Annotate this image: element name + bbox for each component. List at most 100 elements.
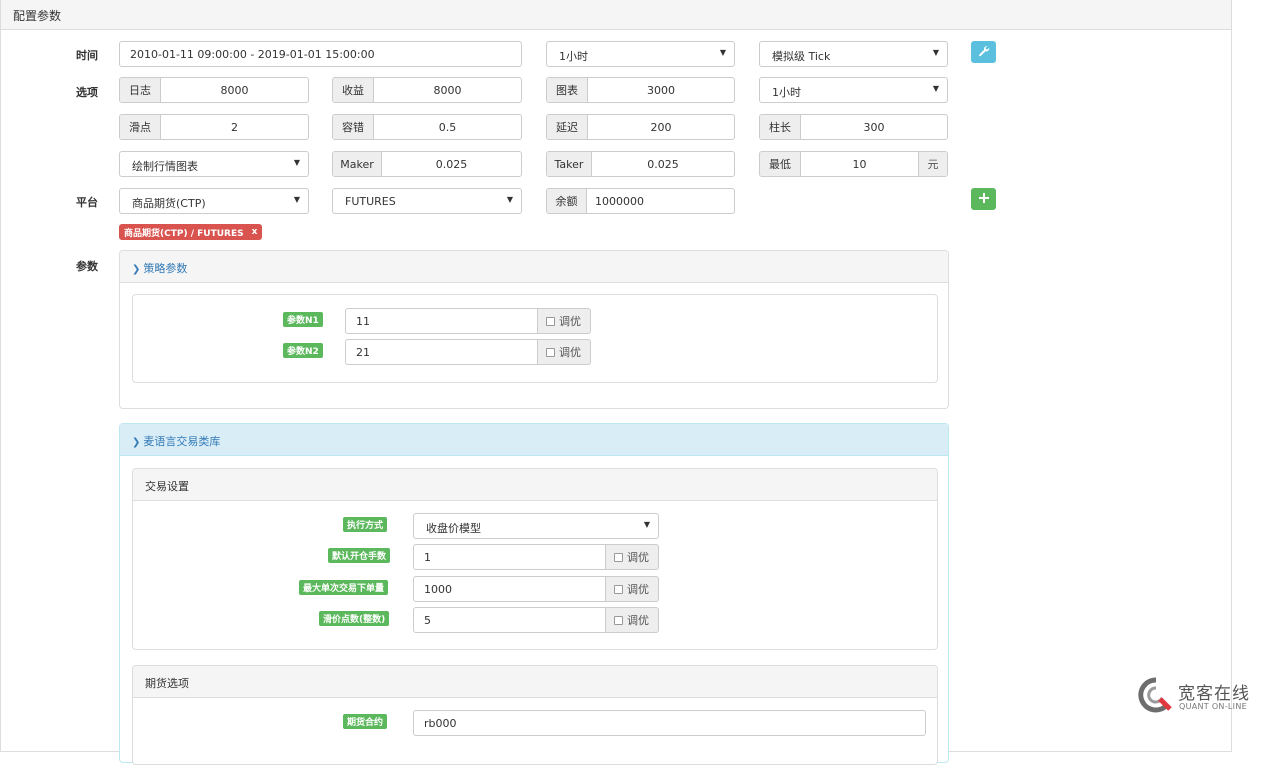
slip-points-tune[interactable]: 调优 <box>606 607 659 633</box>
taker-addon: Taker <box>547 152 592 176</box>
trade-settings-title: 交易设置 <box>145 480 189 493</box>
config-panel: 配置参数 时间 选项 平台 参数 2010-01-11 09:00:00 - 2… <box>0 0 1232 765</box>
checkbox-icon[interactable] <box>614 552 623 562</box>
delay-field[interactable]: 延迟 200 <box>546 114 735 140</box>
futures-options-header: 期货选项 <box>133 666 937 698</box>
exec-mode-select[interactable]: 收盘价模型 ▼ <box>413 513 659 539</box>
watermark-cn: 宽客在线 <box>1178 684 1250 704</box>
time-range-input[interactable]: 2010-01-11 09:00:00 - 2019-01-01 15:00:0… <box>119 41 522 67</box>
caret-down-icon: ▼ <box>719 48 726 57</box>
trade-lib-title: ❯ 麦语言交易类库 <box>132 433 220 449</box>
futures-options-title: 期货选项 <box>145 677 189 690</box>
slippage-field[interactable]: 滑点 2 <box>119 114 309 140</box>
futures-type-value: FUTURES <box>345 195 396 208</box>
bar-length-addon: 柱长 <box>760 115 801 139</box>
tolerance-field[interactable]: 容错 0.5 <box>332 114 522 140</box>
checkbox-icon[interactable] <box>546 347 555 357</box>
exchange-select[interactable]: 商品期货(CTP) ▼ <box>119 188 309 214</box>
chevron-down-icon: ❯ <box>132 437 141 448</box>
log-addon: 日志 <box>120 78 161 102</box>
default-lots-input[interactable]: 1 <box>413 544 606 570</box>
trade-lib-title-text: 麦语言交易类库 <box>143 435 221 448</box>
taker-value: 0.025 <box>647 157 679 171</box>
slippage-addon: 滑点 <box>120 115 161 139</box>
param-n1-tune-label: 调优 <box>559 315 581 328</box>
profit-addon: 收益 <box>333 78 374 102</box>
plus-icon <box>978 192 989 206</box>
param-n1-value: 11 <box>356 315 370 328</box>
futures-type-select[interactable]: FUTURES ▼ <box>332 188 522 214</box>
tick-mode-value: 模拟级 Tick <box>772 50 831 63</box>
chart-field[interactable]: 图表 3000 <box>546 77 735 103</box>
strategy-params-header[interactable]: ❯ 策略参数 <box>120 251 948 283</box>
trade-settings-panel: 交易设置 执行方式 收盘价模型 ▼ 默认开仓手数 1 调优 最大单次交易下单量 … <box>132 468 938 650</box>
params-label: 参数 <box>76 260 98 273</box>
tolerance-addon: 容错 <box>333 115 374 139</box>
param-n1-label: 参数N1 <box>283 312 323 327</box>
checkbox-icon[interactable] <box>614 615 623 625</box>
trade-settings-header: 交易设置 <box>133 469 937 501</box>
default-lots-label: 默认开仓手数 <box>328 548 391 563</box>
bar-length-field[interactable]: 柱长 300 <box>759 114 948 140</box>
caret-down-icon: ▼ <box>643 520 650 529</box>
trade-lib-header[interactable]: ❯ 麦语言交易类库 <box>120 424 948 456</box>
watermark-en: QUANT ON-LINE <box>1179 702 1247 711</box>
strategy-params-body: 参数N1 11 调优 参数N2 21 调优 <box>132 294 938 383</box>
options-period-value: 1小时 <box>772 86 801 99</box>
min-fee-field[interactable]: 最低 10 元 <box>759 151 948 177</box>
log-value: 8000 <box>220 83 249 97</box>
settings-wrench-button[interactable] <box>971 41 996 63</box>
slip-points-tune-label: 调优 <box>627 614 649 627</box>
slip-points-value: 5 <box>424 614 431 627</box>
draw-chart-select[interactable]: 绘制行情图表 ▼ <box>119 151 309 177</box>
default-lots-tune[interactable]: 调优 <box>606 544 659 570</box>
param-n2-input[interactable]: 21 <box>345 339 538 365</box>
trade-lib-panel: ❯ 麦语言交易类库 交易设置 执行方式 收盘价模型 ▼ 默认开仓手数 1 调优 最… <box>119 423 949 765</box>
taker-field[interactable]: Taker 0.025 <box>546 151 735 177</box>
exec-mode-value: 收盘价模型 <box>426 522 481 535</box>
profit-field[interactable]: 收益 8000 <box>332 77 522 103</box>
futures-options-panel: 期货选项 期货合约 rb000 <box>132 665 938 765</box>
period-select[interactable]: 1小时 ▼ <box>546 41 735 67</box>
platform-tag-remove[interactable]: x <box>252 227 258 237</box>
min-fee-value: 10 <box>852 157 867 171</box>
tick-mode-select[interactable]: 模拟级 Tick ▼ <box>759 41 948 67</box>
param-n2-label: 参数N2 <box>283 343 323 358</box>
time-label: 时间 <box>76 49 98 62</box>
default-lots-tune-label: 调优 <box>627 551 649 564</box>
contract-input[interactable]: rb000 <box>413 710 926 736</box>
slip-points-input[interactable]: 5 <box>413 607 606 633</box>
delay-value: 200 <box>650 120 672 134</box>
chart-value: 3000 <box>647 83 675 97</box>
platform-label: 平台 <box>76 196 98 209</box>
checkbox-icon[interactable] <box>546 316 555 326</box>
param-n1-input[interactable]: 11 <box>345 308 538 334</box>
max-order-input[interactable]: 1000 <box>413 576 606 602</box>
balance-field[interactable]: 余额 1000000 <box>546 188 735 214</box>
caret-down-icon: ▼ <box>932 84 939 93</box>
add-platform-button[interactable] <box>971 188 996 210</box>
max-order-label: 最大单次交易下单量 <box>299 580 389 595</box>
default-lots-value: 1 <box>424 551 431 564</box>
balance-value: 1000000 <box>595 194 644 208</box>
checkbox-icon[interactable] <box>614 584 623 594</box>
log-field[interactable]: 日志 8000 <box>119 77 309 103</box>
max-order-tune[interactable]: 调优 <box>606 576 659 602</box>
strategy-params-panel: ❯ 策略参数 参数N1 11 调优 参数N2 21 调优 <box>119 250 949 409</box>
options-period-select[interactable]: 1小时 ▼ <box>759 77 948 103</box>
caret-down-icon: ▼ <box>506 195 513 204</box>
wrench-icon <box>978 45 990 60</box>
delay-addon: 延迟 <box>547 115 588 139</box>
maker-addon: Maker <box>333 152 382 176</box>
max-order-value: 1000 <box>424 583 452 596</box>
quant-logo-icon <box>1138 677 1174 716</box>
exchange-value: 商品期货(CTP) <box>132 197 206 210</box>
balance-addon: 余额 <box>547 189 587 213</box>
draw-chart-value: 绘制行情图表 <box>132 160 198 173</box>
param-n1-tune[interactable]: 调优 <box>538 308 591 334</box>
chevron-down-icon: ❯ <box>132 264 141 275</box>
time-range-value: 2010-01-11 09:00:00 - 2019-01-01 15:00:0… <box>130 48 375 61</box>
maker-field[interactable]: Maker 0.025 <box>332 151 522 177</box>
page-gutter <box>1232 196 1280 752</box>
param-n2-tune[interactable]: 调优 <box>538 339 591 365</box>
